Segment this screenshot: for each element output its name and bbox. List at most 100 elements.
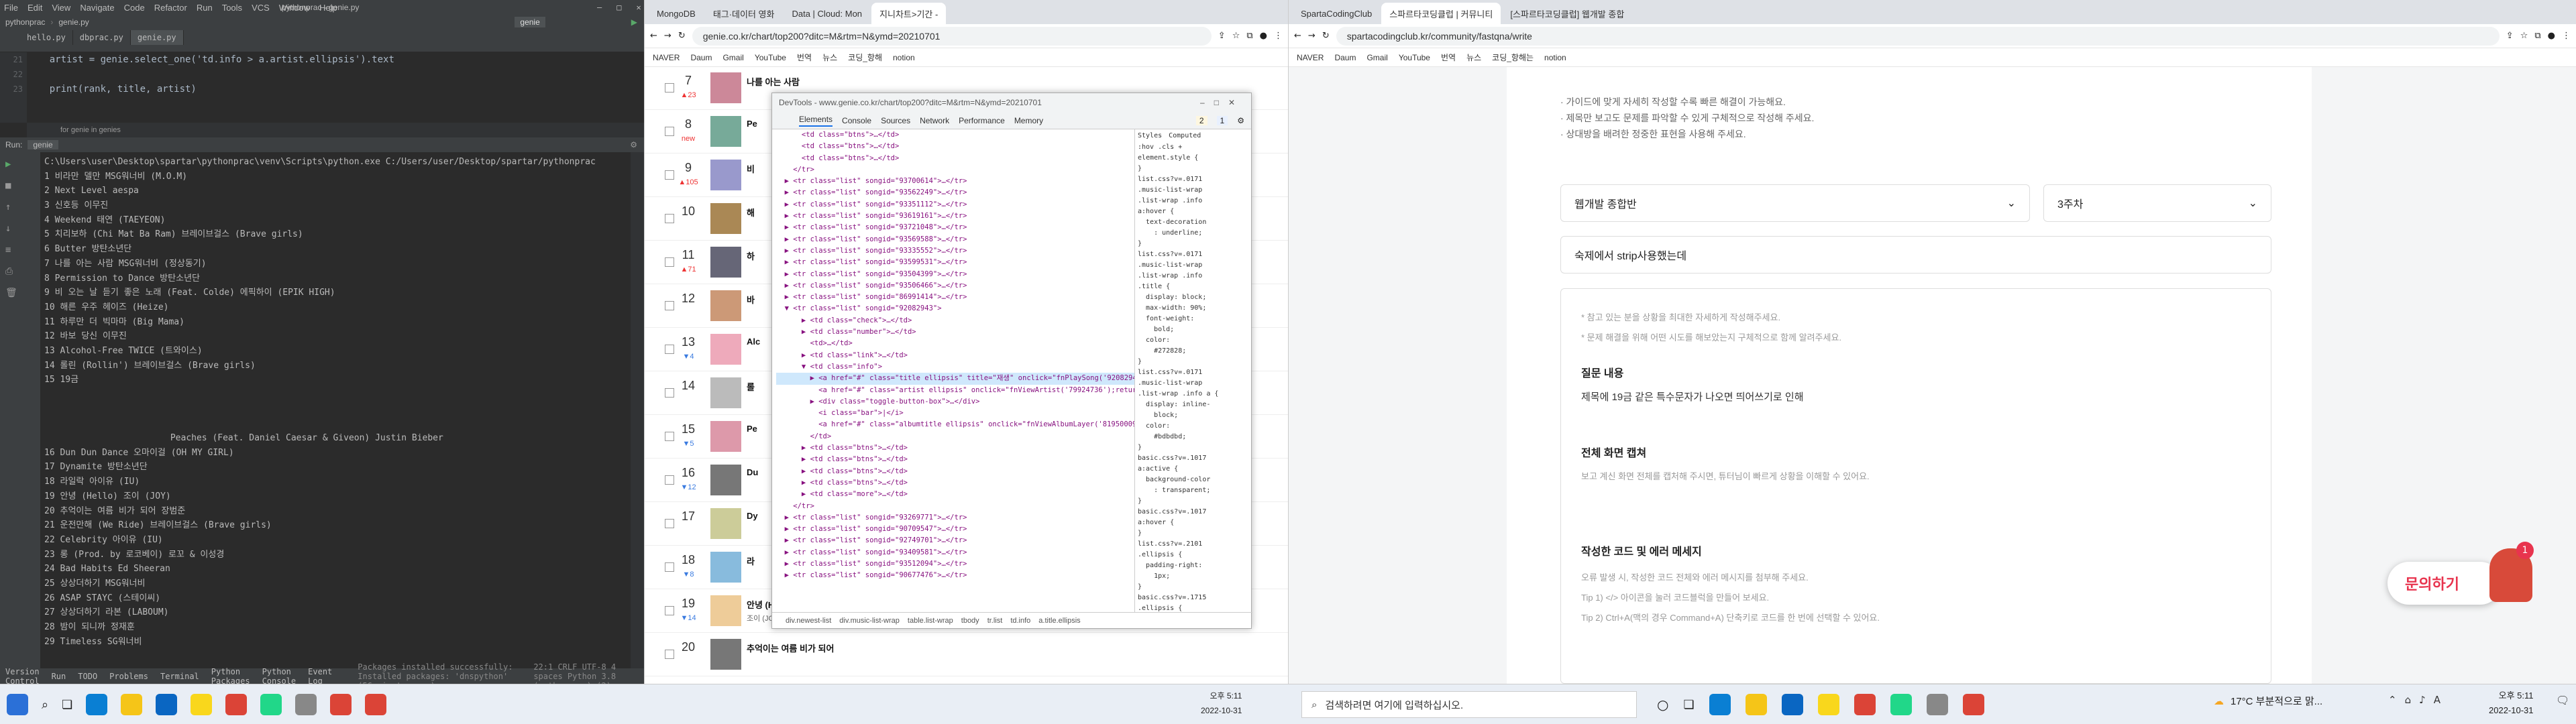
task-view-icon[interactable]: ○ xyxy=(1657,697,1668,713)
breadcrumb-item[interactable]: div.newest-list xyxy=(786,617,831,625)
dom-node[interactable]: ▶ <td class="check">…</td> xyxy=(776,315,1134,326)
chrome-icon[interactable] xyxy=(1854,694,1876,715)
bookmark-link[interactable]: 뉴스 xyxy=(1466,52,1481,63)
styles-panel[interactable]: Styles Computed:hov .cls + element.style {… xyxy=(1134,129,1252,612)
song-title[interactable]: 라 xyxy=(747,554,755,567)
kakaotalk-icon[interactable] xyxy=(191,694,213,715)
breadcrumb-item[interactable]: tbody xyxy=(961,617,979,625)
song-title[interactable]: Dy xyxy=(747,511,758,521)
dom-node[interactable]: ▶ <tr class="list" songid="93721048">…</… xyxy=(776,222,1134,233)
browser-tab[interactable]: SpartaCodingClub xyxy=(1293,3,1381,24)
tool-window-tab[interactable]: Terminal xyxy=(160,672,199,681)
dom-node[interactable]: ▶ <td class="more">…</td> xyxy=(776,489,1134,500)
reload-icon[interactable]: ↻ xyxy=(678,31,686,41)
breadcrumb-item[interactable]: a.title.ellipsis xyxy=(1038,617,1080,625)
bookmark-link[interactable]: 뉴스 xyxy=(822,52,837,63)
kakaotalk-icon[interactable] xyxy=(1817,694,1839,715)
dom-node[interactable]: ▼ <td class="info"> xyxy=(776,361,1134,373)
browser-tab[interactable]: 스파르타코딩클럽 | 커뮤니티 xyxy=(1381,3,1501,24)
notification-icon[interactable]: 🗨 xyxy=(2556,694,2569,707)
file-explorer-icon[interactable] xyxy=(1745,694,1767,715)
windows-start-icon[interactable] xyxy=(7,694,28,715)
dom-node[interactable]: ▶ <td class="link">…</td> xyxy=(776,350,1134,361)
back-icon[interactable]: ← xyxy=(650,31,657,41)
song-title[interactable]: 비 xyxy=(747,162,755,175)
print-icon[interactable]: ⎙ xyxy=(5,266,40,277)
star-icon[interactable]: ☆ xyxy=(2520,31,2528,41)
dom-node[interactable]: <a href="#" class="artist ellipsis" oncl… xyxy=(776,385,1134,396)
dom-node[interactable]: ▶ <a href="#" class="title ellipsis" tit… xyxy=(776,373,1134,385)
chrome-icon[interactable] xyxy=(365,694,387,715)
course-select[interactable]: 웹개발 종합반 ⌄ xyxy=(1560,184,2030,222)
extensions-icon[interactable]: ⧉ xyxy=(1246,31,1252,41)
bookmark-link[interactable]: Gmail xyxy=(722,53,743,62)
menu-item[interactable]: Refactor xyxy=(154,3,187,13)
devtools-badge[interactable]: 2 xyxy=(1195,115,1208,125)
run-console-output[interactable]: C:\Users\user\Desktop\spartar\pythonprac… xyxy=(40,152,631,668)
dom-node[interactable]: ▶ <tr class="list" songid="90709547">…</… xyxy=(776,524,1134,535)
album-thumbnail[interactable] xyxy=(710,334,741,365)
album-thumbnail[interactable] xyxy=(710,290,741,321)
row-checkbox[interactable] xyxy=(665,257,674,267)
star-icon[interactable]: ☆ xyxy=(1232,31,1240,41)
run-icon[interactable]: ▶ xyxy=(631,17,637,27)
dom-node[interactable]: ▶ <td class="btns">…</td> xyxy=(776,454,1134,465)
album-thumbnail[interactable] xyxy=(710,160,741,190)
maximize-icon[interactable]: □ xyxy=(616,3,621,12)
bookmark-link[interactable]: YouTube xyxy=(1399,53,1430,62)
browser-tab[interactable]: MongoDB xyxy=(649,3,704,24)
left-clock[interactable]: 오후 5:11 2022-10-31 xyxy=(1201,688,1242,718)
tool-window-tab[interactable]: Run xyxy=(52,672,66,681)
breadcrumb-item[interactable]: td.info xyxy=(1010,617,1030,625)
album-thumbnail[interactable] xyxy=(710,595,741,626)
row-checkbox[interactable] xyxy=(665,650,674,659)
console-scrollbar[interactable] xyxy=(631,152,644,668)
dom-node[interactable]: ▶ <div class="toggle-button-box">…</div> xyxy=(776,396,1134,408)
menu-item[interactable]: Run xyxy=(197,3,213,13)
bookmark-link[interactable]: 코딩_항해 xyxy=(848,52,882,63)
file-explorer-icon[interactable] xyxy=(121,694,143,715)
taskbar-search-box[interactable]: ⌕ 검색하려면 여기에 입력하십시오. xyxy=(1301,691,1637,718)
menu-icon[interactable]: ⋮ xyxy=(1274,31,1283,41)
scroll-down-icon[interactable]: ↓ xyxy=(5,223,40,234)
dom-node[interactable]: ▶ <tr class="list" songid="93619161">…</… xyxy=(776,210,1134,222)
menu-item[interactable]: File xyxy=(4,3,18,13)
url-input[interactable]: spartacodingclub.kr/community/fastqna/wr… xyxy=(1336,26,2500,46)
minimize-icon[interactable]: – xyxy=(597,3,602,12)
row-checkbox[interactable] xyxy=(665,519,674,528)
dom-node[interactable]: ▶ <tr class="list" songid="86991414">…</… xyxy=(776,292,1134,303)
extensions-icon[interactable]: ⧉ xyxy=(2534,31,2540,41)
url-input[interactable]: genie.co.kr/chart/top200?ditc=M&rtm=N&ym… xyxy=(692,26,1212,46)
menu-item[interactable]: View xyxy=(52,3,70,13)
dom-node[interactable]: ▶ <td class="btns">…</td> xyxy=(776,466,1134,477)
wrap-icon[interactable]: ≡ xyxy=(5,245,40,255)
bookmark-link[interactable]: 코딩_항해는 xyxy=(1492,52,1534,63)
devtools-tab[interactable]: Performance xyxy=(959,116,1005,125)
devtools-tab[interactable]: Console xyxy=(842,116,871,125)
app-icon[interactable] xyxy=(295,694,317,715)
song-title[interactable]: Pe xyxy=(747,119,757,129)
dom-node[interactable]: ▶ <tr class="list" songid="92749701">…</… xyxy=(776,535,1134,546)
weather-widget[interactable]: ☁ 17°C 부분적으로 맑... xyxy=(2214,694,2322,708)
breadcrumb-item[interactable]: table.list-wrap xyxy=(908,617,953,625)
reload-icon[interactable]: ↻ xyxy=(1322,31,1330,41)
code-editor[interactable]: artist = genie.select_one('td.info > a.a… xyxy=(27,52,644,123)
breadcrumb-item[interactable]: tr.list xyxy=(987,617,1003,625)
tool-window-tab[interactable]: Python Packages xyxy=(211,667,250,686)
dom-node[interactable]: ▶ <td class="btns">…</td> xyxy=(776,442,1134,454)
dom-node[interactable]: </tr> xyxy=(776,164,1134,176)
dom-node[interactable]: ▶ <tr class="list" songid="93599531">…</… xyxy=(776,257,1134,268)
scroll-up-icon[interactable]: ↑ xyxy=(5,202,40,213)
song-title[interactable]: Pe xyxy=(747,424,757,434)
album-thumbnail[interactable] xyxy=(710,203,741,234)
run-tab[interactable]: genie xyxy=(28,140,58,149)
dom-node[interactable]: ▶ <td class="number">…</td> xyxy=(776,326,1134,338)
menu-item[interactable]: VCS xyxy=(252,3,270,13)
row-checkbox[interactable] xyxy=(665,214,674,223)
trash-icon[interactable]: 🗑 xyxy=(5,288,40,298)
devtools-badge[interactable]: 1 xyxy=(1216,115,1228,125)
breadcrumb-item[interactable]: div.music-list-wrap xyxy=(839,617,900,625)
editor-tab[interactable]: genie.py xyxy=(130,30,184,45)
share-icon[interactable]: ⇪ xyxy=(1218,31,1226,41)
dom-node[interactable]: </td> xyxy=(776,431,1134,442)
